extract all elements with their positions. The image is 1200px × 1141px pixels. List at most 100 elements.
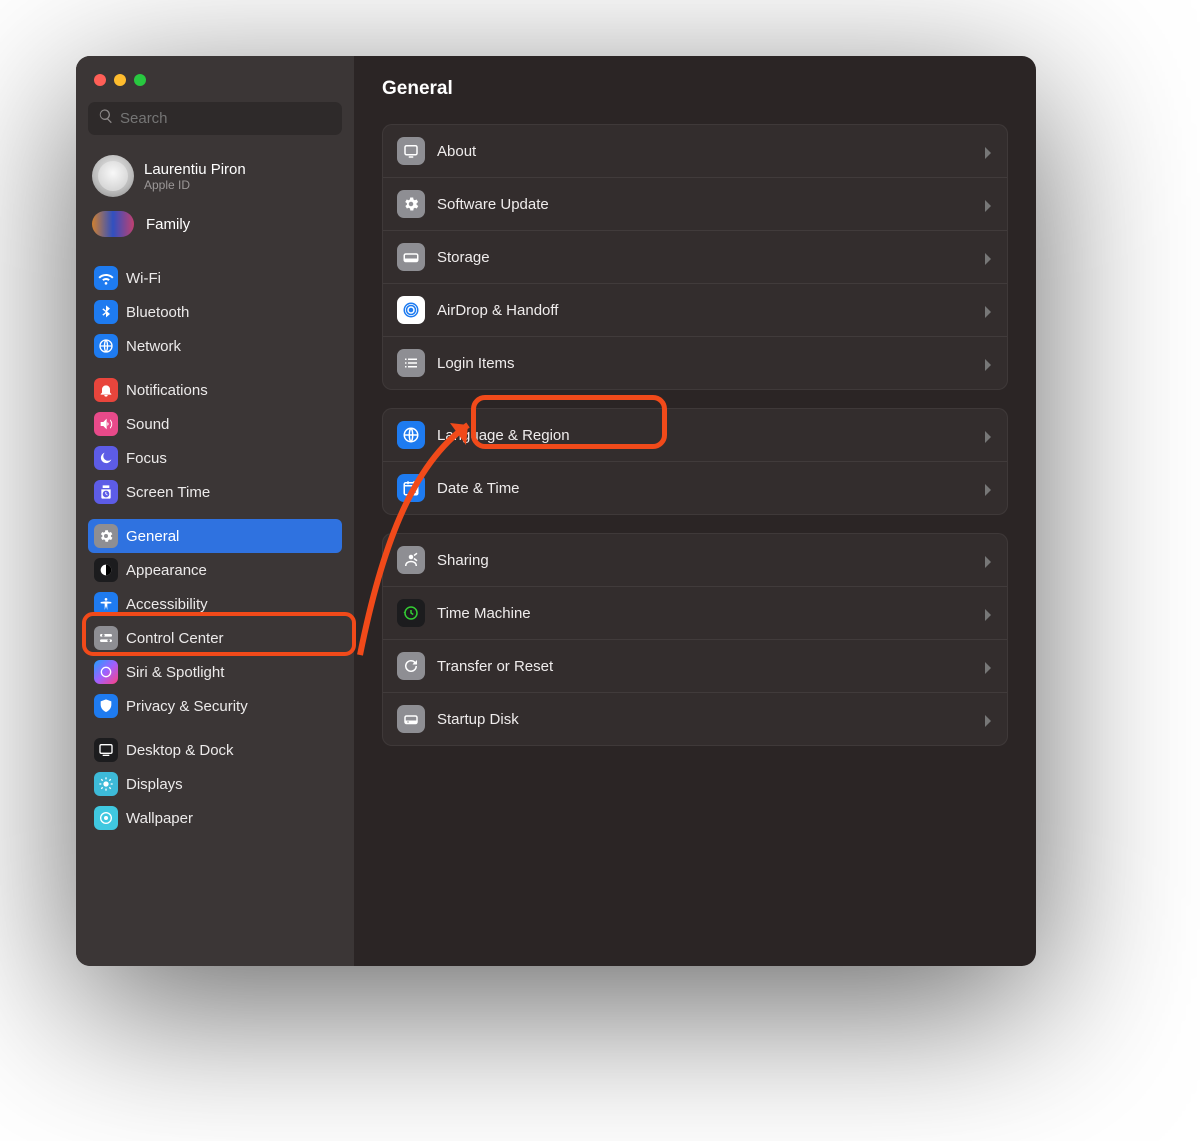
search-input[interactable] — [120, 110, 332, 127]
time-machine-icon — [397, 599, 425, 627]
sidebar-item-sound[interactable]: Sound — [88, 407, 342, 441]
row-storage[interactable]: Storage — [383, 230, 1007, 283]
focus-icon — [94, 446, 118, 470]
displays-icon — [94, 772, 118, 796]
sidebar-item-desktop-dock[interactable]: Desktop & Dock — [88, 733, 342, 767]
network-icon — [94, 334, 118, 358]
date-time-icon — [397, 474, 425, 502]
row-label: Transfer or Reset — [437, 658, 983, 675]
startup-disk-icon — [397, 705, 425, 733]
control-center-icon — [94, 626, 118, 650]
avatar-icon — [92, 155, 134, 197]
row-label: Language & Region — [437, 427, 983, 444]
sidebar-item-displays[interactable]: Displays — [88, 767, 342, 801]
sidebar-item-accessibility[interactable]: Accessibility — [88, 587, 342, 621]
chevron-right-icon — [983, 661, 993, 671]
row-label: Time Machine — [437, 605, 983, 622]
airdrop-icon — [397, 296, 425, 324]
traffic-lights — [88, 74, 342, 102]
row-software-update[interactable]: Software Update — [383, 177, 1007, 230]
row-startup-disk[interactable]: Startup Disk — [383, 692, 1007, 745]
row-label: Sharing — [437, 552, 983, 569]
apple-id-row[interactable]: Laurentiu Piron Apple ID — [88, 151, 342, 205]
software-update-icon — [397, 190, 425, 218]
row-label: AirDrop & Handoff — [437, 302, 983, 319]
sidebar: Laurentiu Piron Apple ID Family Wi-Fi Bl… — [76, 56, 354, 966]
sidebar-item-label: Focus — [126, 450, 167, 467]
wifi-icon — [94, 266, 118, 290]
notifications-icon — [94, 378, 118, 402]
sidebar-item-wifi[interactable]: Wi-Fi — [88, 261, 342, 295]
row-date-time[interactable]: Date & Time — [383, 461, 1007, 514]
chevron-right-icon — [983, 430, 993, 440]
family-row[interactable]: Family — [88, 205, 342, 251]
sidebar-item-label: Wallpaper — [126, 810, 193, 827]
general-icon — [94, 524, 118, 548]
page-title: General — [382, 78, 1008, 100]
chevron-right-icon — [983, 608, 993, 618]
row-label: Software Update — [437, 196, 983, 213]
sidebar-item-siri-spotlight[interactable]: Siri & Spotlight — [88, 655, 342, 689]
sidebar-item-control-center[interactable]: Control Center — [88, 621, 342, 655]
sidebar-item-general[interactable]: General — [88, 519, 342, 553]
row-label: Storage — [437, 249, 983, 266]
general-panel-2: Language & Region Date & Time — [382, 408, 1008, 515]
row-label: Login Items — [437, 355, 983, 372]
sidebar-item-privacy-security[interactable]: Privacy & Security — [88, 689, 342, 723]
chevron-right-icon — [983, 199, 993, 209]
sound-icon — [94, 412, 118, 436]
row-login-items[interactable]: Login Items — [383, 336, 1007, 389]
minimize-button[interactable] — [114, 74, 126, 86]
system-settings-window: Laurentiu Piron Apple ID Family Wi-Fi Bl… — [76, 56, 1036, 966]
login-items-icon — [397, 349, 425, 377]
row-label: About — [437, 143, 983, 160]
sidebar-item-bluetooth[interactable]: Bluetooth — [88, 295, 342, 329]
chevron-right-icon — [983, 305, 993, 315]
sidebar-item-appearance[interactable]: Appearance — [88, 553, 342, 587]
row-language-region[interactable]: Language & Region — [383, 409, 1007, 461]
bluetooth-icon — [94, 300, 118, 324]
search-icon — [98, 108, 120, 129]
row-airdrop-handoff[interactable]: AirDrop & Handoff — [383, 283, 1007, 336]
chevron-right-icon — [983, 483, 993, 493]
sidebar-item-screen-time[interactable]: Screen Time — [88, 475, 342, 509]
sidebar-item-label: Sound — [126, 416, 169, 433]
chevron-right-icon — [983, 555, 993, 565]
privacy-icon — [94, 694, 118, 718]
row-transfer-reset[interactable]: Transfer or Reset — [383, 639, 1007, 692]
general-panel-1: About Software Update Storage AirDrop & … — [382, 124, 1008, 390]
sidebar-item-network[interactable]: Network — [88, 329, 342, 363]
language-region-icon — [397, 421, 425, 449]
accessibility-icon — [94, 592, 118, 616]
sidebar-item-label: General — [126, 528, 179, 545]
sidebar-item-label: Bluetooth — [126, 304, 189, 321]
sidebar-item-label: Control Center — [126, 630, 224, 647]
row-label: Date & Time — [437, 480, 983, 497]
account-name: Laurentiu Piron — [144, 161, 246, 178]
sidebar-item-label: Accessibility — [126, 596, 208, 613]
sidebar-item-wallpaper[interactable]: Wallpaper — [88, 801, 342, 835]
transfer-reset-icon — [397, 652, 425, 680]
sidebar-item-label: Screen Time — [126, 484, 210, 501]
sidebar-item-notifications[interactable]: Notifications — [88, 373, 342, 407]
family-label: Family — [146, 216, 190, 233]
search-field[interactable] — [88, 102, 342, 135]
desktop-dock-icon — [94, 738, 118, 762]
account-sub: Apple ID — [144, 178, 246, 192]
family-icon — [92, 211, 134, 237]
appearance-icon — [94, 558, 118, 582]
fullscreen-button[interactable] — [134, 74, 146, 86]
sharing-icon — [397, 546, 425, 574]
row-sharing[interactable]: Sharing — [383, 534, 1007, 586]
storage-icon — [397, 243, 425, 271]
sidebar-item-label: Desktop & Dock — [126, 742, 234, 759]
chevron-right-icon — [983, 358, 993, 368]
row-time-machine[interactable]: Time Machine — [383, 586, 1007, 639]
close-button[interactable] — [94, 74, 106, 86]
sidebar-item-label: Displays — [126, 776, 183, 793]
sidebar-item-label: Siri & Spotlight — [126, 664, 224, 681]
row-about[interactable]: About — [383, 125, 1007, 177]
sidebar-item-focus[interactable]: Focus — [88, 441, 342, 475]
sidebar-item-label: Wi-Fi — [126, 270, 161, 287]
sidebar-item-label: Network — [126, 338, 181, 355]
